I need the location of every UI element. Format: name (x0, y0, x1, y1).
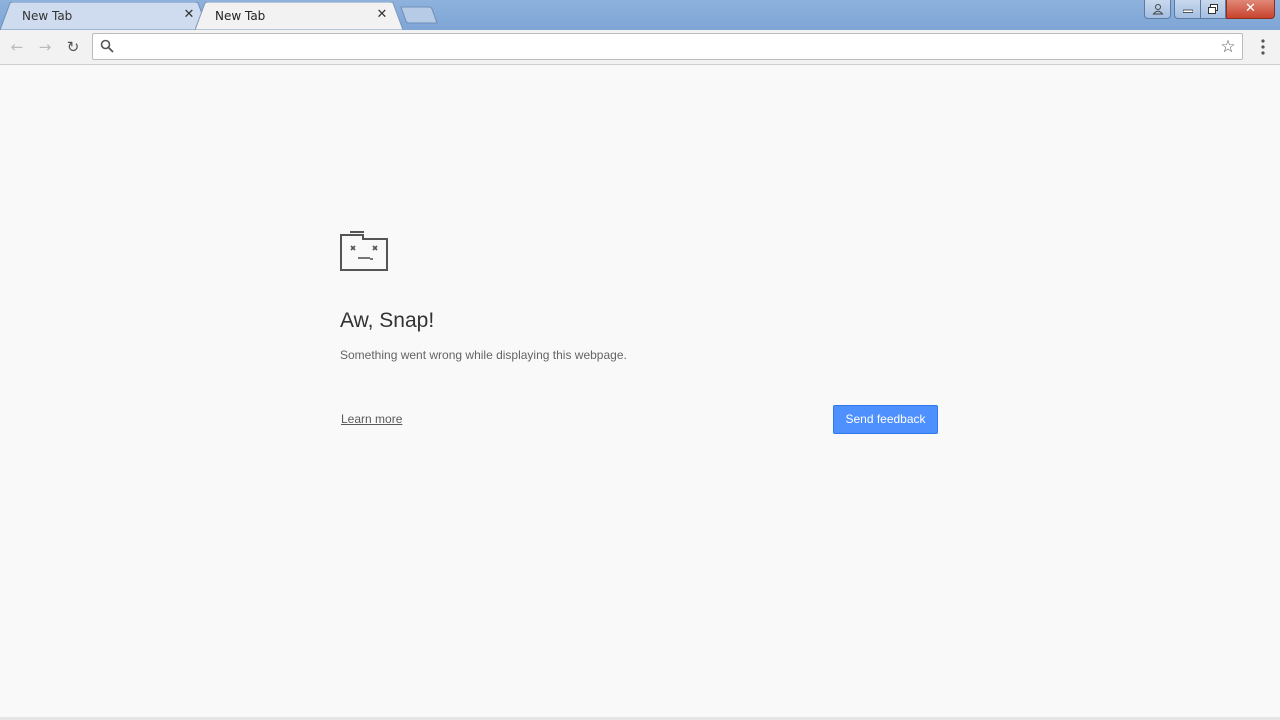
tab-title: New Tab (22, 9, 73, 23)
address-input[interactable] (121, 37, 1205, 58)
error-title: Aw, Snap! (340, 309, 435, 332)
tab-title: New Tab (215, 9, 266, 23)
forward-arrow-icon[interactable]: → (35, 37, 55, 57)
new-tab-button[interactable] (400, 6, 438, 24)
sad-tab-icon (340, 231, 388, 271)
address-bar[interactable]: ☆ (92, 33, 1243, 60)
tab-strip: New Tab ✕ New Tab ✕ ✕ (0, 0, 1280, 30)
menu-icon[interactable] (1253, 37, 1273, 57)
minimize-button[interactable] (1174, 0, 1201, 19)
minimize-icon (1182, 9, 1193, 13)
page-content: Aw, Snap! Something went wrong while dis… (0, 65, 1280, 720)
close-window-icon[interactable]: ✕ (1226, 0, 1275, 19)
browser-window: New Tab ✕ New Tab ✕ ✕ ← → ↻ ☆ Aw, Snap! … (0, 0, 1280, 720)
back-arrow-icon[interactable]: ← (7, 37, 27, 57)
error-message: Something went wrong while displaying th… (340, 348, 627, 362)
reload-icon[interactable]: ↻ (63, 37, 83, 57)
tab-active[interactable]: New Tab ✕ (195, 2, 403, 30)
learn-more-link[interactable]: Learn more (341, 412, 402, 426)
tab-inactive[interactable]: New Tab ✕ (0, 2, 208, 30)
maximize-button[interactable] (1200, 0, 1226, 19)
restore-icon (1208, 4, 1218, 14)
profile-icon[interactable] (1144, 0, 1171, 19)
profile-icon-glyph (1151, 4, 1164, 15)
tab-close-icon[interactable]: ✕ (375, 8, 389, 22)
tab-close-icon[interactable]: ✕ (182, 8, 196, 22)
bookmark-star-icon[interactable]: ☆ (1218, 37, 1238, 57)
send-feedback-button[interactable]: Send feedback (833, 405, 938, 434)
toolbar: ← → ↻ ☆ (0, 30, 1280, 65)
search-icon (100, 39, 114, 53)
